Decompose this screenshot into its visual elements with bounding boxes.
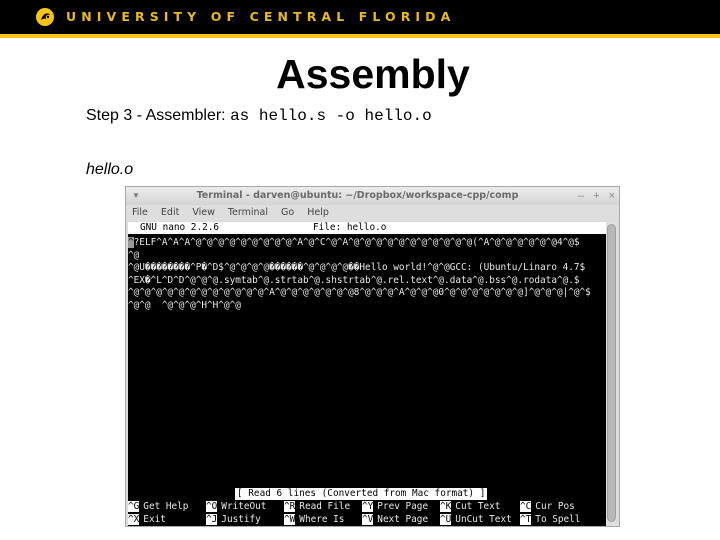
shortcut-row-1: ^G Get Help ^O WriteOut ^R Read File ^Y Prev… — [128, 501, 607, 514]
shortcut-label: Next Page — [377, 513, 429, 525]
shortcut-prev-page[interactable]: ^Y Prev Page — [362, 501, 428, 514]
step-command: as hello.s -o hello.o — [230, 107, 432, 125]
shortcut-row-2: ^X Exit ^J Justify ^W Where Is ^V Next Page … — [128, 513, 607, 527]
shortcut-label: UnCut Text — [455, 513, 512, 525]
shortcut-key: ^G — [128, 501, 140, 512]
shortcut-justify[interactable]: ^J Justify — [206, 513, 261, 527]
shortcut-label: Prev Page — [377, 501, 429, 512]
content-line: ^@^@^@^@^@^@^@^@^@^@^@^@^A^@^@^@^@^@^@^@… — [128, 287, 591, 298]
nano-file-label: File: hello.o — [313, 222, 387, 233]
shortcut-key: ^U — [440, 513, 452, 525]
nano-status-message: [ Read 6 lines (Converted from Mac forma… — [235, 488, 488, 500]
shortcut-label: Read File — [299, 501, 351, 512]
step-line: Step 3 - Assembler: as hello.s -o hello.… — [86, 106, 432, 126]
step-label: Step 3 - Assembler: — [86, 107, 231, 124]
shortcut-label: Cut Text — [455, 501, 501, 512]
terminal-window: ▼ Terminal - darven@ubuntu: ~/Dropbox/wo… — [125, 186, 620, 527]
window-controls: – + × — [578, 187, 615, 205]
shortcut-where-is[interactable]: ^W Where Is — [284, 513, 345, 527]
file-caption: hello.o — [86, 161, 134, 178]
nano-header: GNU nano 2.2.6 File: hello.o — [128, 222, 607, 234]
shortcut-label: Get Help — [143, 501, 189, 512]
shortcut-uncut-text[interactable]: ^U UnCut Text — [440, 513, 512, 527]
shortcut-key: ^T — [520, 513, 532, 525]
shortcut-get-help[interactable]: ^G Get Help — [128, 501, 188, 514]
window-title: Terminal - darven@ubuntu: ~/Dropbox/work… — [196, 190, 519, 201]
menu-help[interactable]: Help — [301, 205, 335, 221]
terminal-titlebar[interactable]: ▼ Terminal - darven@ubuntu: ~/Dropbox/wo… — [126, 187, 619, 205]
menu-view[interactable]: View — [186, 205, 221, 221]
nano-shortcuts: ^G Get Help ^O WriteOut ^R Read File ^Y Prev… — [128, 501, 607, 526]
line-text: ?ELF^A^A^A^@^@^@^@^@^@^@^@^@^A^@^C^@^A^@… — [133, 237, 580, 248]
banner-stripe — [0, 34, 720, 38]
content-line: ^?ELF^A^A^A^@^@^@^@^@^@^@^@^@^A^@^C^@^A^… — [128, 237, 607, 250]
menu-go[interactable]: Go — [275, 205, 300, 221]
shortcut-key: ^J — [206, 513, 218, 525]
shortcut-to-spell[interactable]: ^T To Spell — [520, 513, 581, 527]
shortcut-key: ^R — [284, 501, 296, 512]
university-name: UNIVERSITY OF CENTRAL FLORIDA — [66, 9, 456, 24]
menu-terminal[interactable]: Terminal — [222, 205, 274, 221]
terminal-scrollbar[interactable] — [606, 222, 617, 526]
terminal-screen[interactable]: GNU nano 2.2.6 File: hello.o ^?ELF^A^A^A… — [128, 222, 607, 526]
shortcut-label: Justify — [221, 513, 261, 525]
shortcut-key: ^V — [362, 513, 374, 525]
shortcut-label: WriteOut — [221, 501, 267, 512]
shortcut-key: ^O — [206, 501, 218, 512]
shortcut-read-file[interactable]: ^R Read File — [284, 501, 350, 514]
maximize-button[interactable]: + — [593, 187, 599, 205]
shortcut-writeout[interactable]: ^O WriteOut — [206, 501, 266, 514]
minimize-button[interactable]: – — [578, 187, 584, 205]
shortcut-key: ^X — [128, 513, 140, 525]
shortcut-cur-pos[interactable]: ^C Cur Pos — [520, 501, 575, 514]
shortcut-exit[interactable]: ^X Exit — [128, 513, 166, 527]
terminal-menubar: File Edit View Terminal Go Help — [126, 205, 619, 221]
close-button[interactable]: × — [609, 187, 615, 205]
shortcut-key: ^C — [520, 501, 532, 512]
shortcut-label: To Spell — [535, 513, 581, 525]
shortcut-cut-text[interactable]: ^K Cut Text — [440, 501, 500, 514]
menu-file[interactable]: File — [126, 205, 154, 221]
content-line: ^@U��������^P�^D$^@^@^@^@������^@^@^@^@�… — [128, 262, 586, 273]
menu-edit[interactable]: Edit — [155, 205, 185, 221]
shortcut-key: ^Y — [362, 501, 374, 512]
shortcut-label: Where Is — [299, 513, 345, 525]
content-line: ^EX�^L^D^D^@^@^@.symtab^@.strtab^@.shstr… — [128, 274, 580, 286]
nano-version: GNU nano 2.2.6 — [140, 222, 220, 233]
content-line: ^@ — [128, 249, 140, 261]
shortcut-label: Cur Pos — [535, 501, 575, 512]
university-banner: UNIVERSITY OF CENTRAL FLORIDA — [0, 0, 720, 34]
scrollbar-thumb[interactable] — [607, 224, 616, 522]
pegasus-logo-icon — [36, 8, 54, 26]
shortcut-next-page[interactable]: ^V Next Page — [362, 513, 429, 527]
file-content[interactable]: ^?ELF^A^A^A^@^@^@^@^@^@^@^@^@^A^@^C^@^A^… — [128, 237, 607, 312]
slide-title: Assembly — [276, 51, 470, 97]
shortcut-label: Exit — [143, 513, 166, 525]
shortcut-key: ^W — [284, 513, 296, 525]
shortcut-key: ^K — [440, 501, 452, 512]
content-line: ^@^@ ^@^@^@^H^H^@^@ — [128, 299, 241, 311]
